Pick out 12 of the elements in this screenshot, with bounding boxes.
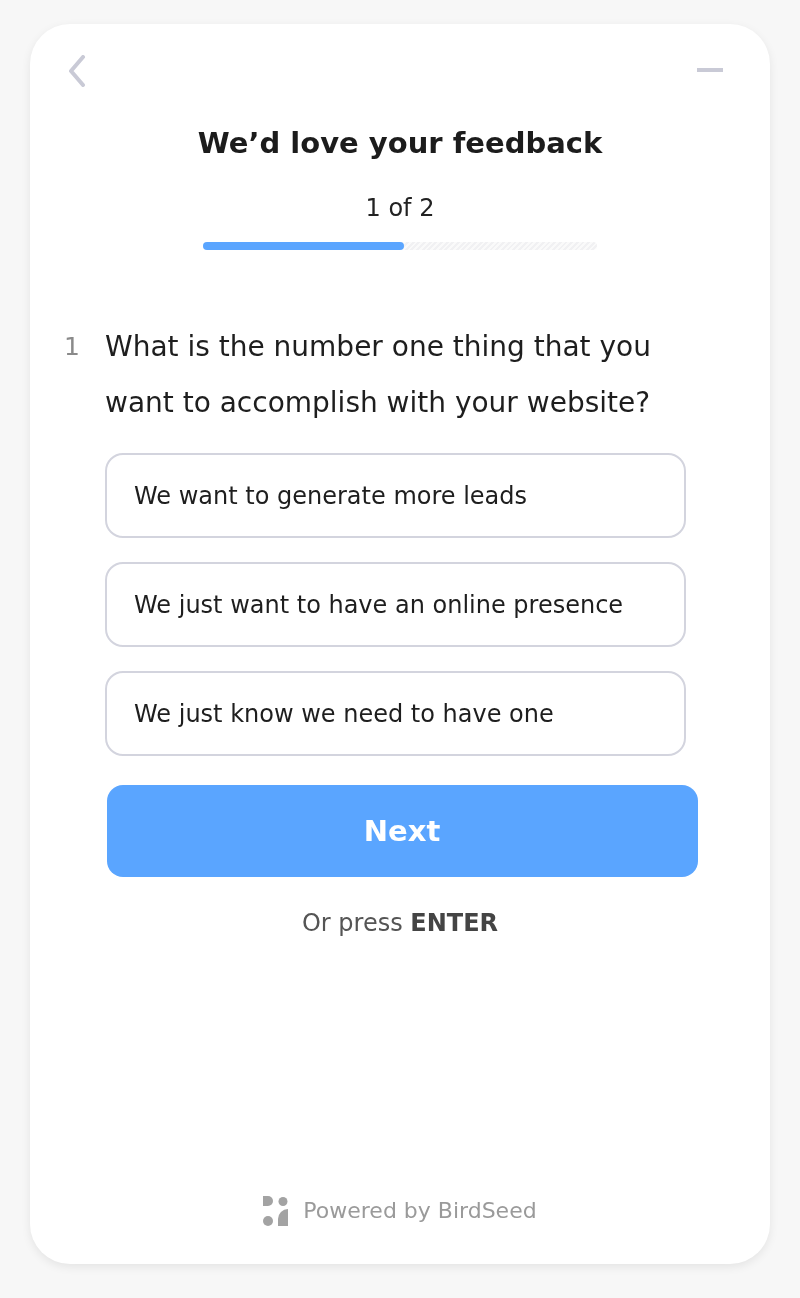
answer-option[interactable]: We want to generate more leads	[105, 453, 686, 538]
answer-option[interactable]: We just know we need to have one	[105, 671, 686, 756]
question-text: What is the number one thing that you want to accomplish with your website?	[105, 329, 652, 421]
survey-title: We’d love your feedback	[197, 125, 603, 162]
keyboard-hint: Or press ENTER	[301, 908, 499, 939]
step-counter: 1 of 2	[365, 193, 435, 224]
powered-by-text: Powered by BirdSeed	[303, 1197, 537, 1225]
chevron-left-icon[interactable]	[68, 55, 86, 87]
minus-icon[interactable]	[697, 68, 723, 72]
logo-icon	[263, 1196, 289, 1226]
answer-option[interactable]: We just want to have an online presence	[105, 562, 686, 647]
question-number: 1	[64, 331, 80, 363]
